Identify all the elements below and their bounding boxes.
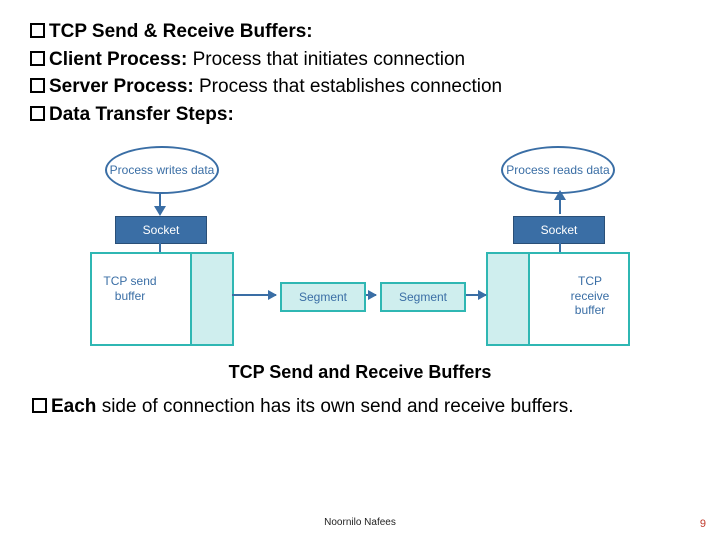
bullet-2: Client Process: Process that initiates c… [30, 46, 690, 74]
arrow-stem [559, 198, 561, 214]
arrow-right-icon [232, 294, 276, 296]
closing-bold: Each [51, 396, 96, 417]
arrow-right-icon [366, 294, 376, 296]
arrow-down-icon [154, 206, 166, 216]
send-buffer-label: TCP send buffer [100, 274, 160, 303]
segment-label: Segment [399, 290, 447, 304]
socket-box-right: Socket [513, 216, 605, 244]
bullet-3-rest: Process that establishes connection [199, 76, 502, 97]
process-reads-label: Process reads data [506, 163, 609, 177]
bullet-square-icon [30, 78, 45, 93]
socket-label: Socket [541, 223, 578, 237]
receive-buffer-box: TCP receive buffer [486, 252, 630, 346]
arrow-up-icon [554, 190, 566, 200]
diagram-caption: TCP Send and Receive Buffers [30, 362, 690, 383]
bullet-4-text: Data Transfer Steps: [49, 104, 234, 125]
receive-buffer-label: TCP receive buffer [560, 274, 620, 317]
arrow-stem [559, 242, 561, 252]
bullet-square-icon [30, 23, 45, 38]
bullet-2-bold: Client Process: [49, 49, 193, 70]
process-writes-label: Process writes data [110, 163, 215, 177]
socket-box-left: Socket [115, 216, 207, 244]
segment-label: Segment [299, 290, 347, 304]
bullet-square-icon [30, 51, 45, 66]
footer-author: Noornilo Nafees [0, 517, 720, 528]
arrow-right-icon [466, 294, 486, 296]
bullet-square-icon [30, 106, 45, 121]
closing-bullet: Each side of connection has its own send… [30, 393, 690, 421]
closing-rest: side of connection has its own send and … [96, 396, 573, 417]
send-buffer-box: TCP send buffer [90, 252, 234, 346]
bullet-4: Data Transfer Steps: [30, 101, 690, 129]
segment-box: Segment [380, 282, 466, 312]
bullet-3: Server Process: Process that establishes… [30, 73, 690, 101]
buffer-strip [488, 254, 530, 344]
page-number: 9 [700, 518, 706, 530]
socket-label: Socket [143, 223, 180, 237]
bullet-1: TCP Send & Receive Buffers: [30, 18, 690, 46]
process-writes-bubble: Process writes data [105, 146, 219, 194]
buffer-strip [190, 254, 232, 344]
segment-box: Segment [280, 282, 366, 312]
arrow-stem [159, 242, 161, 252]
bullet-3-bold: Server Process: [49, 76, 199, 97]
slide-body: TCP Send & Receive Buffers: Client Proce… [0, 0, 720, 421]
bullet-2-rest: Process that initiates connection [193, 49, 466, 70]
process-reads-bubble: Process reads data [501, 146, 615, 194]
bullet-1-text: TCP Send & Receive Buffers: [49, 21, 313, 42]
bullet-square-icon [32, 398, 47, 413]
tcp-buffers-diagram: Process writes data Process reads data S… [80, 146, 640, 356]
